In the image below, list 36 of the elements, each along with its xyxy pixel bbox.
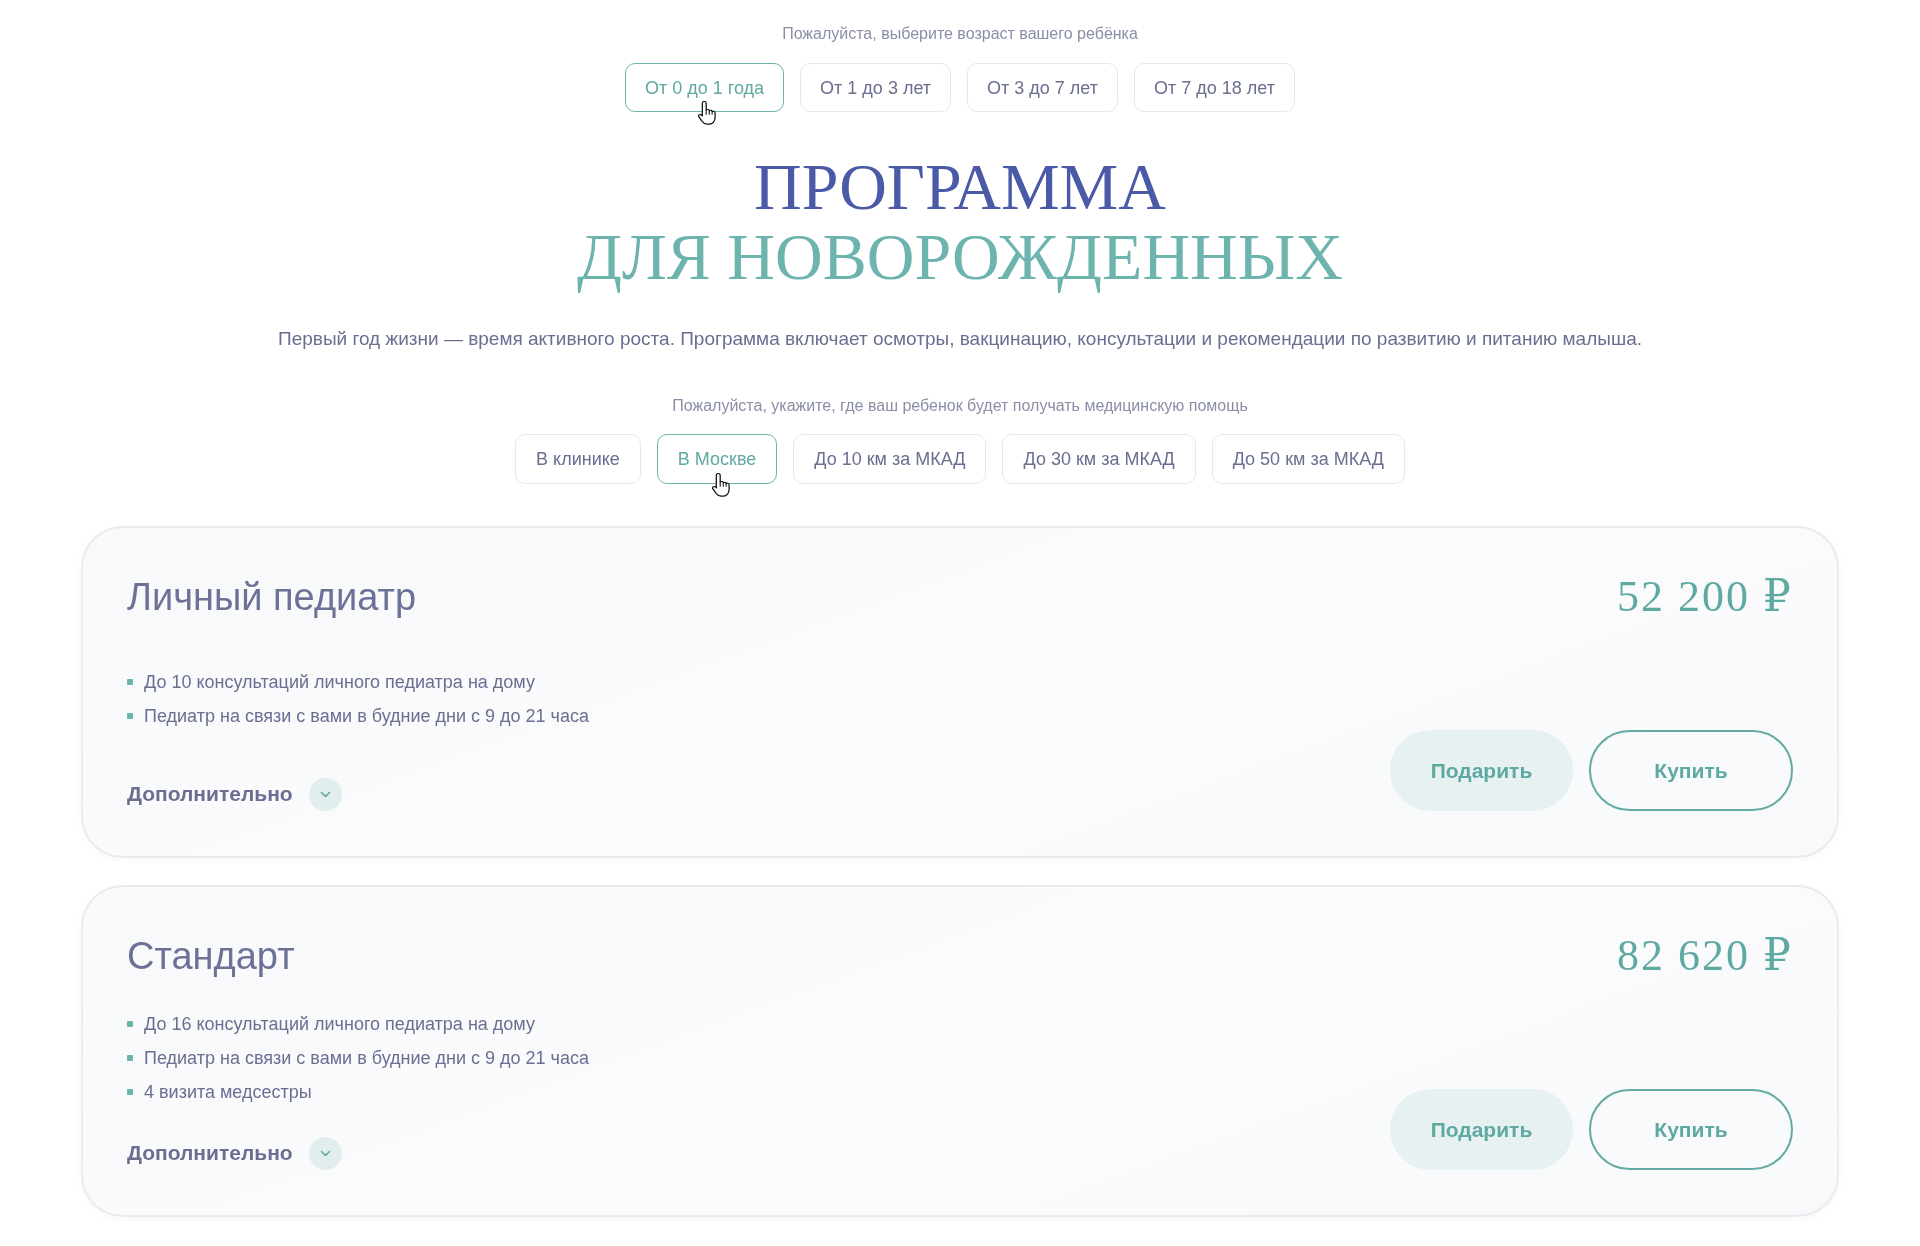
location-tab[interactable]: До 30 км за МКАД bbox=[1002, 434, 1196, 484]
plan-price: 82 620 ₽ bbox=[1617, 933, 1793, 979]
bullet-icon bbox=[127, 678, 133, 685]
location-tab[interactable]: В клинике bbox=[515, 434, 641, 484]
buy-button[interactable]: Купить bbox=[1589, 1089, 1793, 1170]
age-tab[interactable]: От 0 до 1 года bbox=[625, 63, 785, 112]
plan-title: Личный педиатр bbox=[127, 575, 418, 620]
hand-cursor-icon bbox=[698, 101, 717, 125]
age-tab[interactable]: От 7 до 18 лет bbox=[1134, 63, 1295, 112]
feature-text: До 10 консультаций личного педиатра на дому bbox=[144, 670, 535, 694]
location-tab[interactable]: В Москве bbox=[656, 434, 778, 484]
feature-text: До 16 консультаций личного педиатра на дому bbox=[144, 1012, 535, 1036]
bullet-icon bbox=[127, 1054, 133, 1061]
more-toggle[interactable]: Дополнительно bbox=[127, 1136, 342, 1170]
gift-button[interactable]: Подарить bbox=[1390, 730, 1573, 811]
plan-title: Стандарт bbox=[127, 934, 296, 979]
location-prompt: Пожалуйста, укажите, где ваш ребенок будет получать медицинскую помощь bbox=[671, 396, 1249, 416]
bullet-icon bbox=[127, 1020, 133, 1027]
feature-text: Педиатр на связи с вами в будние дни с 9 до 21 часа bbox=[144, 1046, 589, 1070]
gift-button[interactable]: Подарить bbox=[1390, 1089, 1573, 1170]
more-toggle[interactable]: Дополнительно bbox=[127, 777, 342, 811]
description-text: Первый год жизни — время активного роста. Программа включает осмотры, вакцинацию, консультации и рекомендации по развитию и питанию малыша. bbox=[277, 327, 1643, 351]
bullet-icon bbox=[127, 712, 133, 719]
hand-cursor-icon bbox=[712, 473, 731, 497]
age-tab[interactable]: От 1 до 3 лет bbox=[800, 63, 952, 112]
buy-button[interactable]: Купить bbox=[1589, 730, 1793, 811]
feature-text: 4 визита медсестры bbox=[144, 1080, 312, 1104]
location-tab[interactable]: До 10 км за МКАД bbox=[793, 434, 987, 484]
title-line: ДЛЯ НОВОРОЖДЕННЫХ bbox=[576, 222, 1344, 292]
feature-text: Педиатр на связи с вами в будние дни с 9 до 21 часа bbox=[144, 704, 589, 728]
plan-price: 52 200 ₽ bbox=[1617, 574, 1793, 620]
age-prompt: Пожалуйста, выберите возраст вашего ребёнка bbox=[781, 24, 1139, 44]
title-line: ПРОГРАММА bbox=[753, 152, 1167, 222]
location-tab[interactable]: До 50 км за МКАД bbox=[1211, 434, 1405, 484]
age-tab[interactable]: От 3 до 7 лет bbox=[967, 63, 1118, 112]
bullet-icon bbox=[127, 1088, 133, 1095]
